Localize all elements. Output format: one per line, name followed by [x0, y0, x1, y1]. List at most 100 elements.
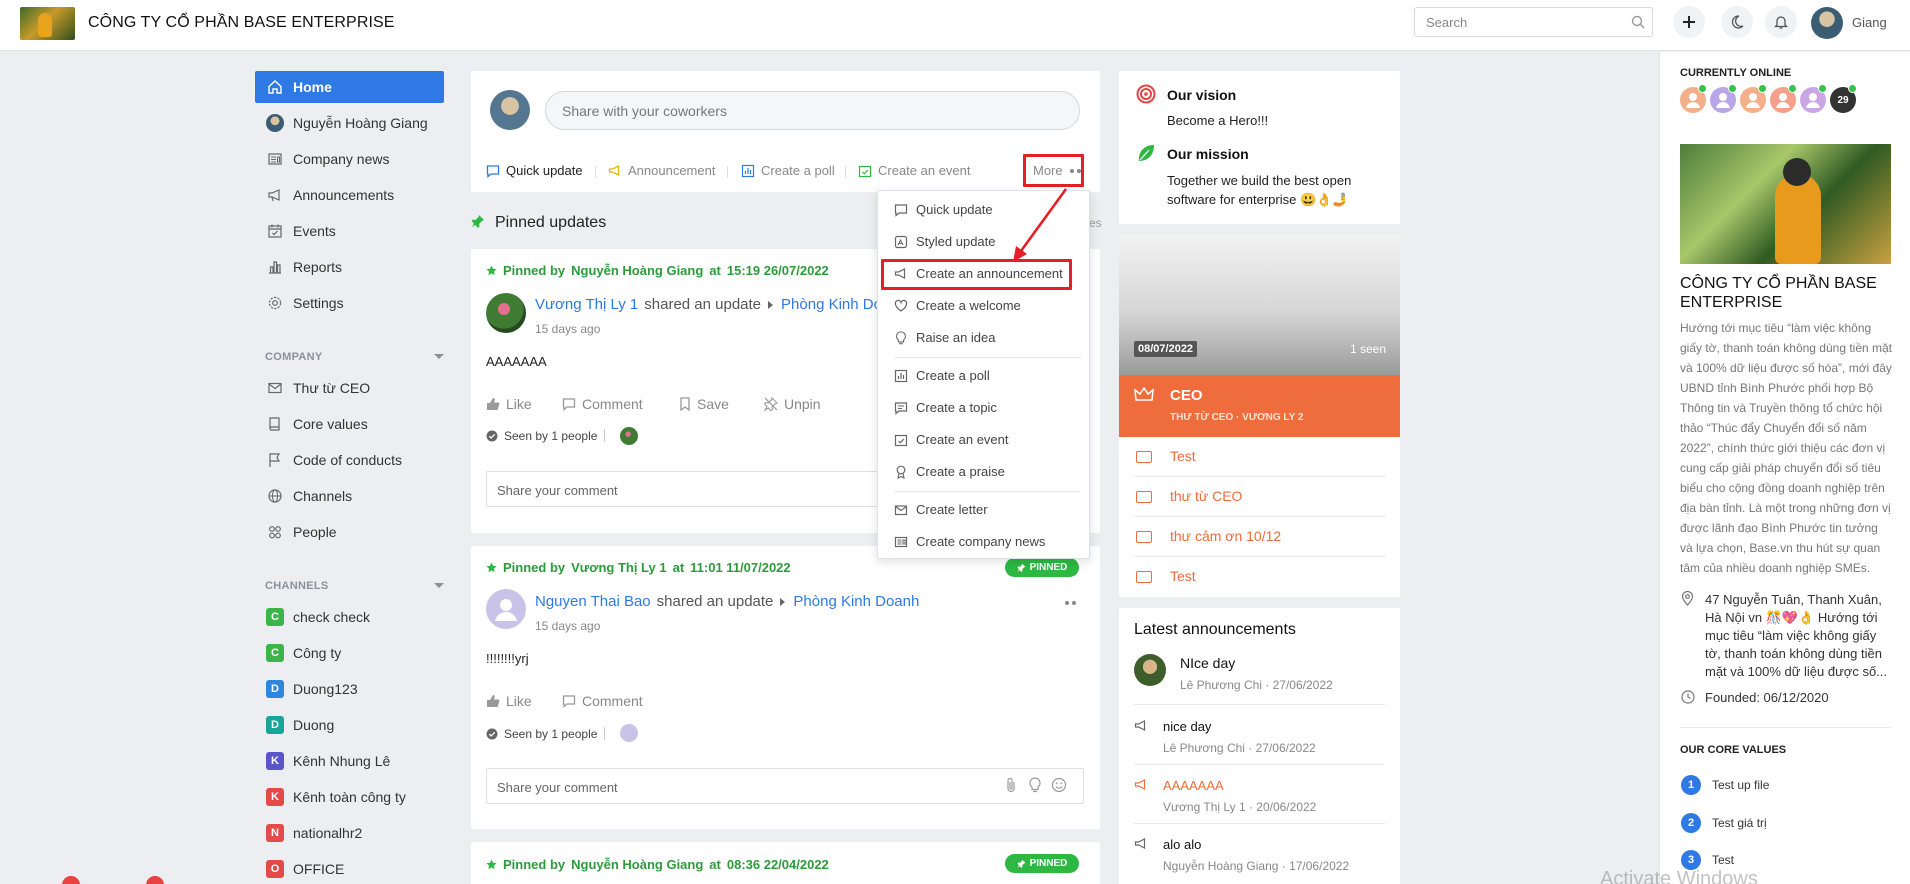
menu-item-create-topic[interactable]: Create a topic — [894, 400, 997, 415]
ceo-letter-link[interactable]: thư cảm ơn 10/12 — [1170, 528, 1281, 544]
menu-item-create-welcome[interactable]: Create a welcome — [894, 298, 1021, 313]
emoji-icon[interactable] — [1051, 777, 1067, 793]
ceo-card-header[interactable] — [1119, 375, 1400, 437]
chevron-down-icon[interactable] — [434, 354, 444, 359]
sidebar-channel-item[interactable]: Ccheck check — [255, 601, 444, 633]
seen-by[interactable]: Seen by 1 people — [486, 429, 597, 443]
post-text: AAAAAAA — [486, 354, 547, 369]
menu-item-label: Create a welcome — [916, 298, 1021, 313]
sidebar-item-events[interactable]: Events — [255, 215, 444, 247]
sidebar-item-ceo-letters[interactable]: Thư từ CEO — [255, 372, 444, 404]
menu-item-create-company-news[interactable]: Create company news — [894, 534, 1045, 549]
unpin-button[interactable]: Unpin — [764, 396, 821, 412]
sidebar-item-reports[interactable]: Reports — [255, 251, 444, 283]
like-button[interactable]: Like — [486, 396, 532, 412]
topic-icon — [894, 401, 908, 415]
core-value-item[interactable]: Test up file — [1712, 778, 1769, 792]
top-bar: CÔNG TY CỔ PHẦN BASE ENTERPRISE Giang — [0, 0, 1910, 51]
ceo-letter-link[interactable]: Test — [1170, 448, 1196, 464]
sidebar-item-settings[interactable]: Settings — [255, 287, 444, 319]
ceo-letter-link[interactable]: thư từ CEO — [1170, 488, 1242, 504]
save-button[interactable]: Save — [679, 396, 729, 412]
menu-item-create-poll[interactable]: Create a poll — [894, 368, 990, 383]
unpin-icon — [764, 397, 778, 411]
dark-mode-button[interactable] — [1721, 6, 1753, 38]
tab-create-poll[interactable]: Create a poll — [741, 163, 835, 178]
channel-badge: N — [266, 824, 284, 842]
notifications-button[interactable] — [1765, 6, 1797, 38]
announcement-title[interactable]: NIce day — [1180, 655, 1235, 671]
tab-label: Quick update — [506, 163, 583, 178]
user-avatar[interactable] — [1811, 7, 1843, 39]
pinned-by-name[interactable]: Vương Thị Ly 1 — [571, 560, 666, 575]
paperclip-icon[interactable] — [1005, 777, 1017, 793]
ceo-letter-link[interactable]: Test — [1170, 568, 1196, 584]
sidebar-item-announcements[interactable]: Announcements — [255, 179, 444, 211]
like-button[interactable]: Like — [486, 693, 532, 709]
author-name[interactable]: Nguyen Thai Bao — [535, 593, 651, 610]
pinned-by-name[interactable]: Nguyễn Hoàng Giang — [571, 263, 703, 278]
comment-button[interactable]: Comment — [562, 396, 643, 412]
group-name[interactable]: Phòng Kinh Doanh — [793, 593, 919, 610]
sidebar-item-label: Code of conducts — [293, 452, 402, 468]
menu-item-create-praise[interactable]: Create a praise — [894, 464, 1005, 479]
seen-by[interactable]: Seen by 1 people — [486, 727, 597, 741]
company-title[interactable]: CÔNG TY CỔ PHẦN BASE ENTERPRISE — [88, 14, 395, 32]
sidebar-item-home[interactable]: Home — [255, 71, 444, 103]
announcement-avatar[interactable] — [1134, 654, 1166, 686]
sidebar-item-channels[interactable]: Channels — [255, 480, 444, 512]
lightbulb-icon[interactable] — [1028, 777, 1042, 793]
seen-avatar[interactable] — [620, 427, 638, 445]
author-avatar[interactable] — [486, 293, 526, 333]
comment-input[interactable]: Share your comment — [486, 768, 1084, 804]
menu-item-styled-update[interactable]: Styled update — [894, 234, 996, 249]
menu-item-create-event[interactable]: Create an event — [894, 432, 1009, 447]
announcement-title[interactable]: alo alo — [1163, 837, 1201, 852]
search-icon[interactable] — [1631, 15, 1645, 29]
sidebar-item-profile[interactable]: Nguyễn Hoàng Giang — [255, 107, 444, 139]
pinned-badge-label: PINNED — [1029, 562, 1068, 573]
search-input[interactable] — [1415, 8, 1615, 36]
sidebar-item-core-values[interactable]: Core values — [255, 408, 444, 440]
menu-item-create-letter[interactable]: Create letter — [894, 502, 988, 517]
composer-input[interactable]: Share with your coworkers — [545, 91, 1080, 130]
sidebar-channel-item[interactable]: K Kênh toàn công ty — [255, 781, 444, 813]
sidebar-channel-item[interactable]: D Duong123 — [255, 673, 444, 705]
chevron-down-icon[interactable] — [434, 583, 444, 588]
sidebar-channel-item[interactable]: K Kênh Nhung Lê — [255, 745, 444, 777]
menu-item-quick-update[interactable]: Quick update — [894, 202, 993, 217]
tab-quick-update[interactable]: Quick update — [486, 163, 583, 178]
floating-notice-icon[interactable] — [146, 876, 164, 884]
comment-button[interactable]: Comment — [562, 693, 643, 709]
announcement-meta: Vương Thị Ly 1 · 20/06/2022 — [1163, 800, 1317, 814]
core-value-item[interactable]: Test — [1712, 853, 1734, 867]
search-box[interactable] — [1414, 7, 1653, 37]
announcement-title[interactable]: nice day — [1163, 719, 1211, 734]
core-value-item[interactable]: Test giá trị — [1712, 816, 1767, 830]
author-avatar[interactable] — [486, 589, 526, 629]
sidebar-item-people[interactable]: People — [255, 516, 444, 548]
pinned-by-name[interactable]: Nguyễn Hoàng Giang — [571, 857, 703, 872]
sidebar-item-company-news[interactable]: Company news — [255, 143, 444, 175]
sidebar-channel-item[interactable]: O OFFICE — [255, 853, 444, 884]
sidebar-channel-item[interactable]: C Công ty — [255, 637, 444, 669]
tab-announcement[interactable]: Announcement — [608, 163, 715, 178]
menu-item-raise-idea[interactable]: Raise an idea — [894, 330, 996, 345]
company-logo[interactable] — [20, 7, 75, 40]
floating-chat-icon[interactable] — [62, 876, 80, 884]
tab-label: Create a poll — [761, 163, 835, 178]
group-name[interactable]: Phòng Kinh Doa — [781, 296, 890, 313]
sidebar-item-code-of-conducts[interactable]: Code of conducts — [255, 444, 444, 476]
seen-avatar[interactable] — [620, 724, 638, 742]
tab-create-event[interactable]: Create an event — [858, 163, 971, 178]
add-button[interactable] — [1673, 6, 1705, 38]
author-name[interactable]: Vương Thị Ly 1 — [535, 296, 638, 313]
company-cover-image[interactable] — [1680, 144, 1891, 264]
seen-label: Seen by 1 people — [504, 429, 598, 443]
sidebar-channel-item[interactable]: Nnationalhr2 — [255, 817, 444, 849]
sidebar-channel-item[interactable]: D Duong — [255, 709, 444, 741]
more-dots-icon[interactable] — [1064, 600, 1078, 606]
divider — [604, 727, 605, 740]
user-name[interactable]: Giang — [1852, 15, 1887, 30]
announcement-title[interactable]: AAAAAAA — [1163, 778, 1224, 793]
